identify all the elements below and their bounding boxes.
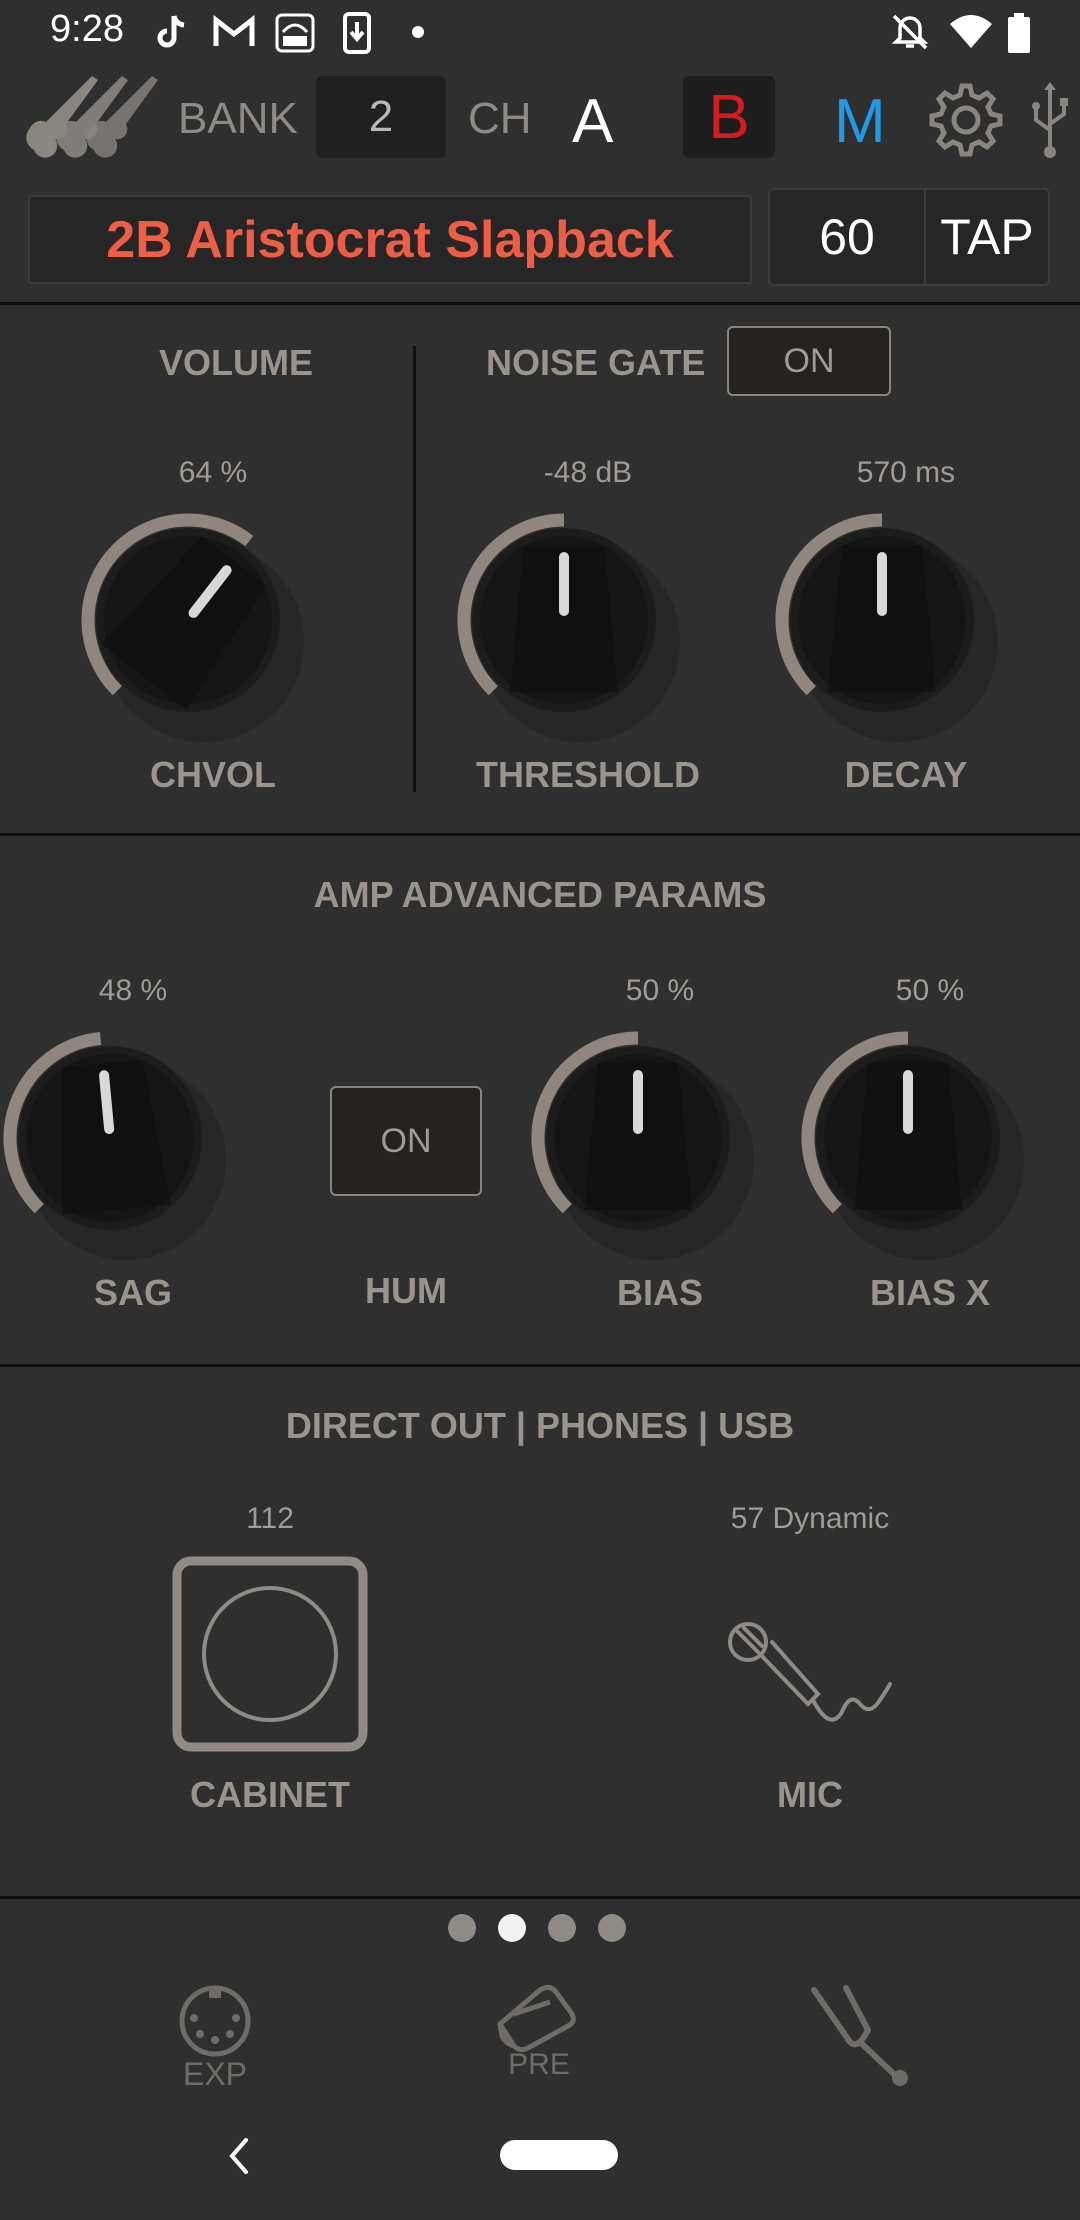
hum-toggle[interactable]: ON [330, 1086, 482, 1196]
tuner-fork-icon[interactable] [806, 1982, 918, 2086]
page-dot-2[interactable] [498, 1914, 526, 1942]
pre-label[interactable]: PRE [484, 2048, 594, 2082]
tempo-control: 60 TAP [768, 188, 1050, 286]
cabinet-speaker-icon[interactable] [172, 1556, 368, 1752]
noise-gate-toggle[interactable]: ON [727, 326, 891, 396]
bias-x-knob[interactable] [798, 1018, 1038, 1263]
back-icon[interactable] [224, 2136, 254, 2176]
decay-label: DECAY [844, 754, 968, 795]
page-dot-3[interactable] [548, 1914, 576, 1942]
sag-knob[interactable] [0, 1018, 240, 1263]
settings-gear-icon[interactable] [926, 80, 1006, 160]
wifi-icon [950, 15, 992, 48]
app-notification-icon [275, 13, 315, 53]
page-dot-4[interactable] [598, 1914, 626, 1942]
bank-selector[interactable]: 2 [316, 76, 446, 158]
divider-header [0, 302, 1080, 305]
decay-knob[interactable] [772, 500, 1012, 745]
battery-icon [1008, 13, 1030, 53]
threshold-value: -48 dB [543, 456, 633, 489]
bias-knob[interactable] [528, 1018, 768, 1263]
mic-value: 57 Dynamic [730, 1502, 890, 1535]
microphone-icon[interactable] [720, 1612, 898, 1732]
bias-x-label: BIAS X [869, 1272, 991, 1313]
pre-pedal-icon[interactable] [494, 1984, 578, 2054]
chvol-knob[interactable] [78, 500, 318, 745]
volume-title: VOLUME [158, 342, 313, 383]
sag-value: 48 % [98, 974, 168, 1007]
decay-value: 570 ms [856, 456, 956, 489]
more-notifications-icon [412, 26, 424, 38]
bell-off-icon [891, 14, 929, 50]
status-time: 9:28 [50, 8, 124, 50]
chvol-value: 64 % [178, 456, 248, 489]
page-dot-1[interactable] [448, 1914, 476, 1942]
tempo-value[interactable]: 60 [770, 190, 924, 284]
page-indicator[interactable] [448, 1914, 626, 1942]
status-bar: 9:28 [0, 0, 1080, 66]
amp-advanced-title: AMP ADVANCED PARAMS [313, 874, 767, 915]
vertical-divider [413, 346, 416, 792]
download-icon [343, 12, 371, 54]
threshold-label: THRESHOLD [476, 754, 700, 795]
channel-m-button[interactable]: M [834, 86, 886, 157]
channel-label: CH [468, 94, 532, 143]
divider-amp [0, 1364, 1080, 1367]
exp-midi-icon[interactable] [178, 1984, 252, 2058]
gmail-icon [213, 14, 255, 46]
sag-label: SAG [93, 1272, 172, 1313]
bias-label: BIAS [616, 1272, 703, 1313]
guitars-icon[interactable] [24, 72, 164, 164]
divider-volume [0, 833, 1080, 836]
usb-icon [1032, 82, 1068, 158]
bank-label: BANK [178, 94, 298, 143]
hum-label: HUM [365, 1270, 447, 1311]
exp-label[interactable]: EXP [160, 2056, 270, 2093]
bias-value: 50 % [625, 974, 695, 1007]
mic-label: MIC [777, 1774, 843, 1815]
channel-a-button[interactable]: A [572, 86, 613, 157]
system-navigation-bar [0, 2090, 1080, 2220]
divider-direct-out [0, 1896, 1080, 1899]
preset-name-display[interactable]: 2B Aristocrat Slapback [28, 195, 752, 284]
cabinet-label: CABINET [190, 1774, 350, 1815]
channel-b-button[interactable]: B [683, 76, 775, 158]
chvol-label: CHVOL [150, 754, 276, 795]
tap-tempo-button[interactable]: TAP [926, 190, 1048, 284]
threshold-knob[interactable] [454, 500, 694, 745]
cabinet-value: 112 [246, 1502, 294, 1535]
tiktok-icon [157, 15, 185, 48]
noise-gate-title: NOISE GATE [486, 342, 706, 383]
direct-out-title: DIRECT OUT | PHONES | USB [285, 1405, 795, 1446]
bias-x-value: 50 % [895, 974, 965, 1007]
home-pill-button[interactable] [500, 2140, 618, 2170]
